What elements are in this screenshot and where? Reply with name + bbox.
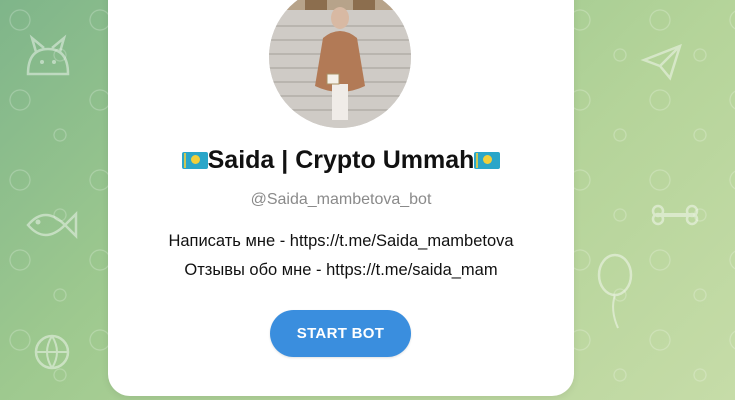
kazakhstan-flag-icon (181, 152, 208, 169)
kazakhstan-flag-icon (474, 152, 501, 169)
description-line-contact[interactable]: Написать мне - https://t.me/Saida_mambet… (108, 227, 574, 256)
bot-username: @Saida_mambetova_bot (250, 191, 432, 208)
bone-doodle-icon (651, 204, 699, 226)
fish-doodle-icon (26, 210, 78, 240)
bot-description: Написать мне - https://t.me/Saida_mambet… (108, 227, 574, 285)
ball-doodle-icon (34, 334, 70, 370)
bot-title: Saida | Crypto Ummah (108, 146, 574, 175)
paper-plane-doodle-icon (640, 43, 682, 81)
balloon-doodle-icon (597, 253, 633, 329)
bot-name: Saida | Crypto Ummah (207, 146, 475, 174)
description-line-reviews[interactable]: Отзывы обо мне - https://t.me/saida_mam (108, 256, 574, 285)
cat-doodle-icon (26, 34, 70, 76)
start-bot-button[interactable]: START BOT (270, 310, 411, 357)
